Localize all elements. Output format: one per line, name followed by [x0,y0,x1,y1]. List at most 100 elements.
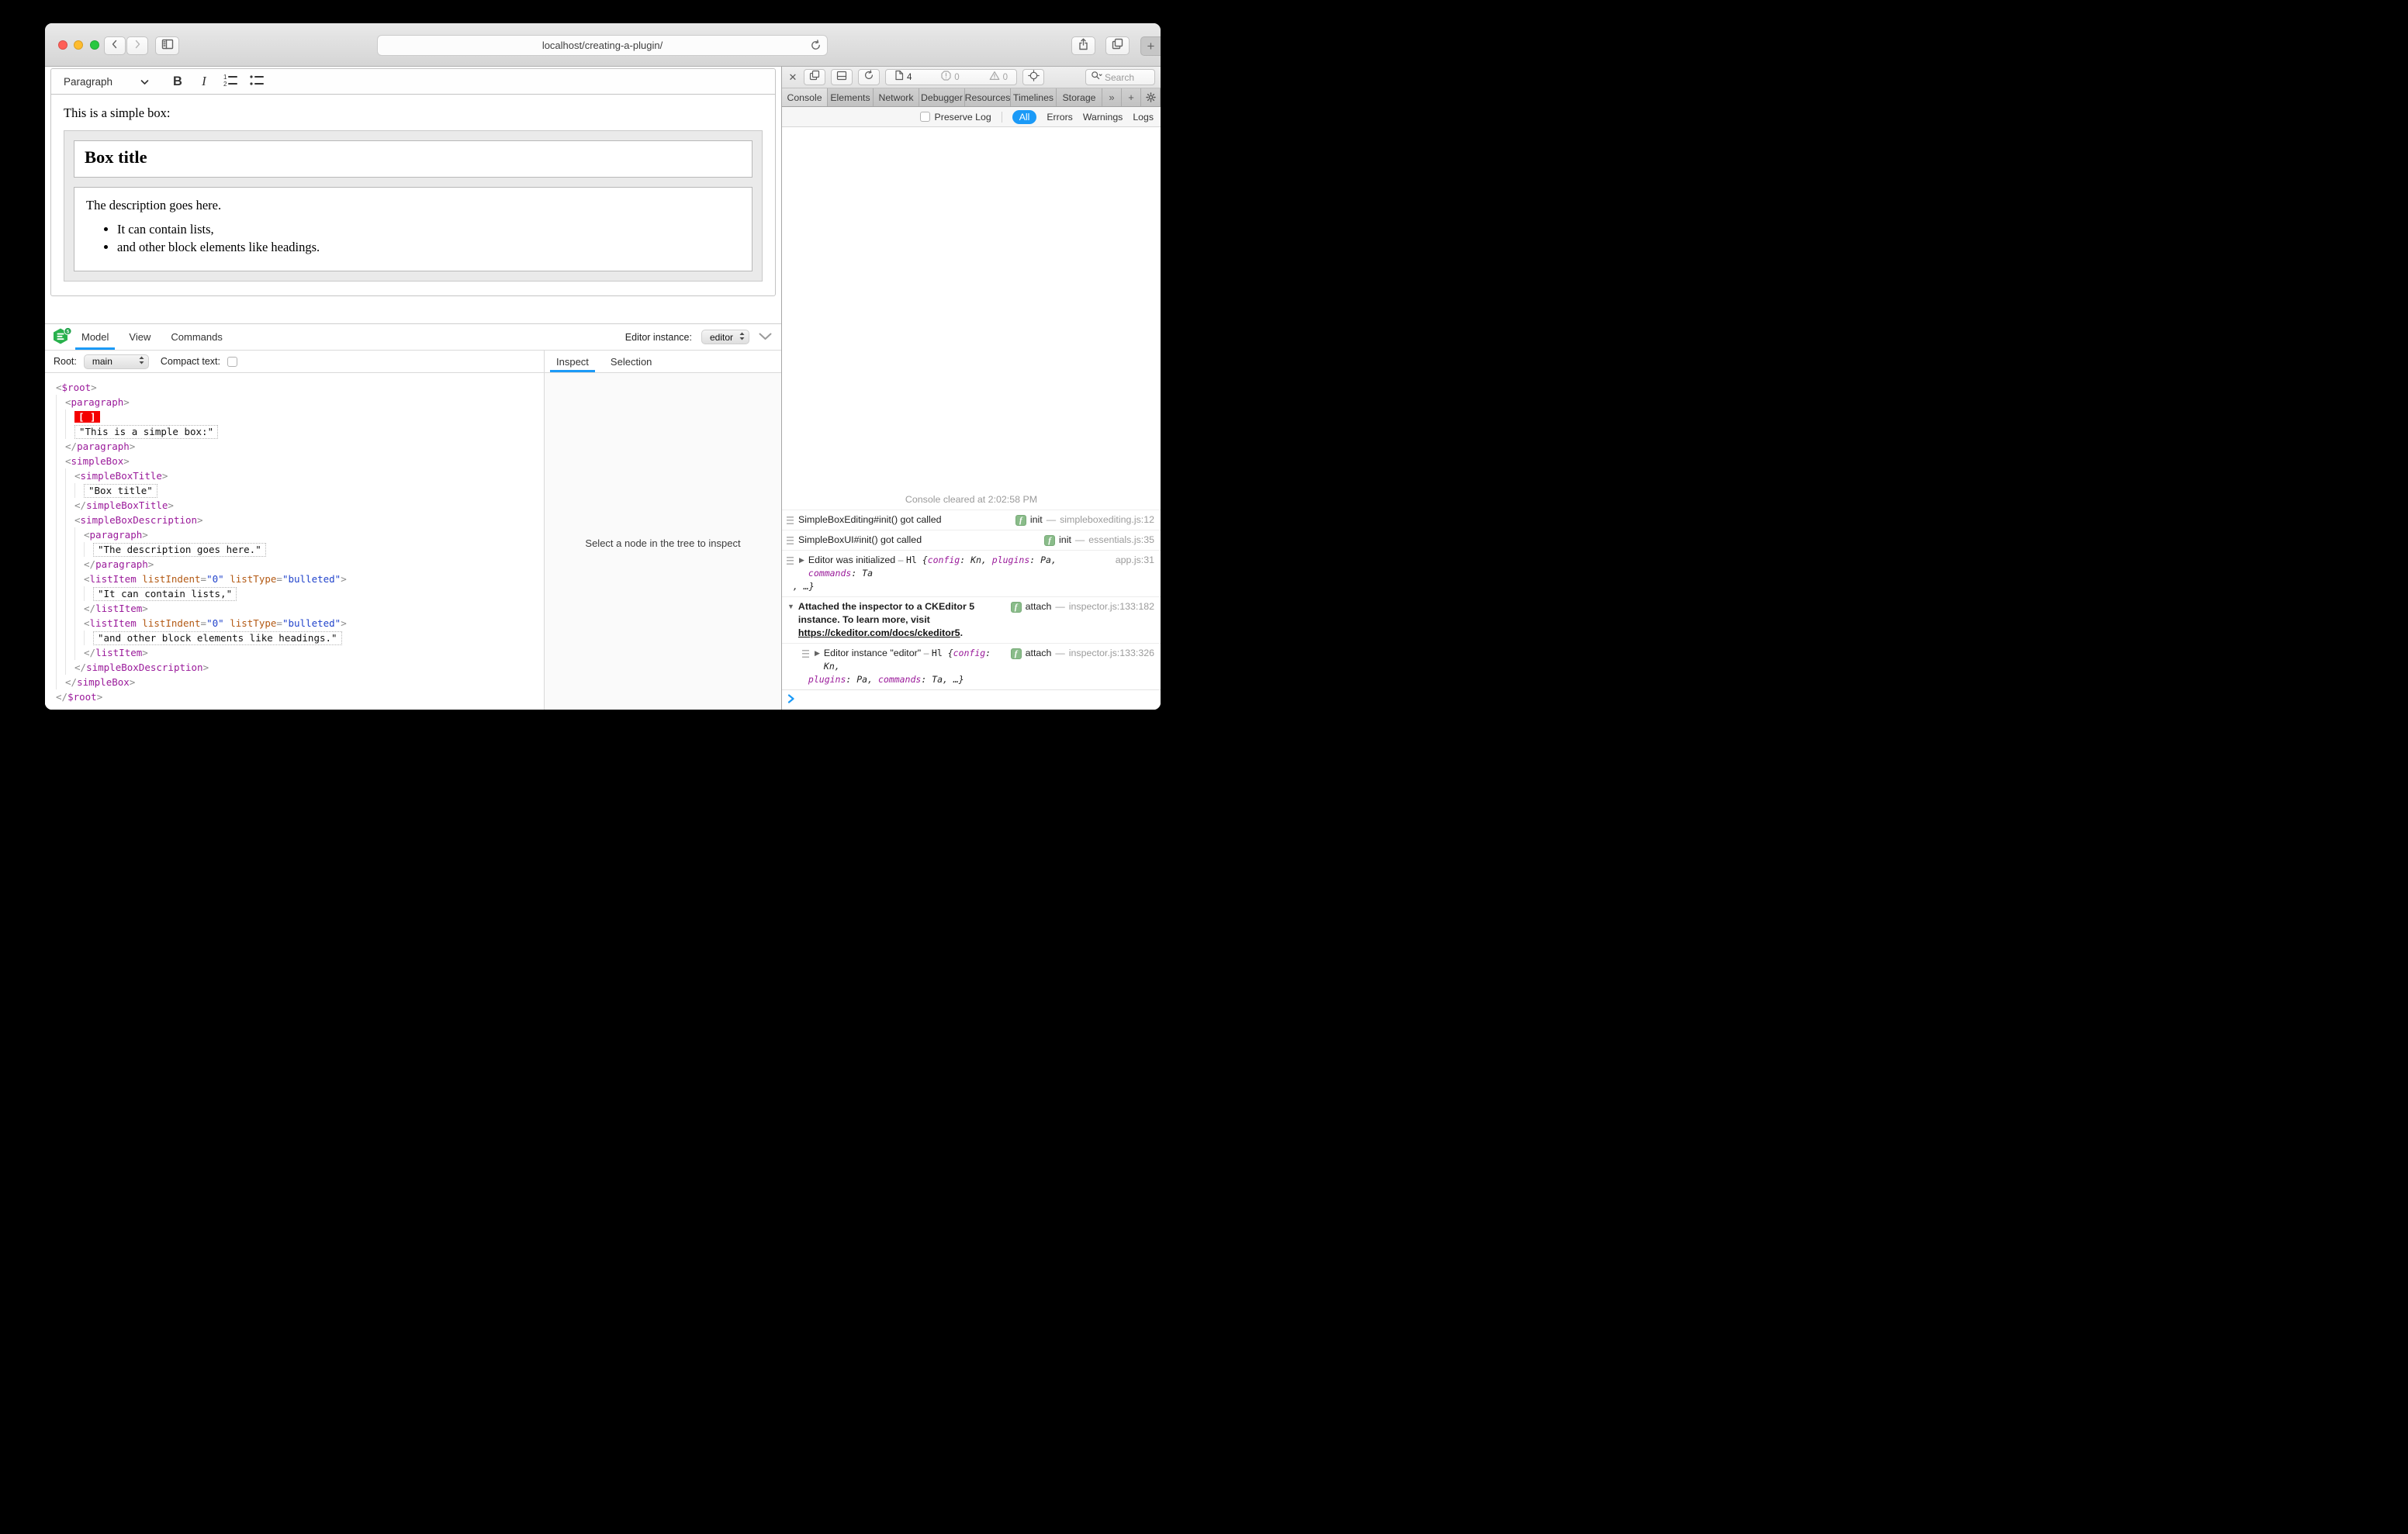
root-select[interactable]: main [83,354,149,369]
tree-controls: Root: main Compact text: [45,351,545,372]
italic-button[interactable]: I [191,71,217,92]
tab-overview-button[interactable] [1105,36,1130,55]
devtools-tab-resources[interactable]: Resources [965,88,1011,106]
new-tab-button[interactable]: + [1140,36,1161,56]
editor-content[interactable]: This is a simple box: Box title The desc… [51,95,775,295]
tree-row[interactable]: "and other block elements like headings.… [56,631,544,645]
devtools-tab-timelines[interactable]: Timelines [1011,88,1057,106]
console-message[interactable]: ▼ Attached the inspector to a CKEditor 5i… [782,596,1161,643]
devtools-search-field[interactable]: Search [1085,69,1155,85]
inspector-tab-commands[interactable]: Commands [171,324,222,350]
compact-text-checkbox[interactable] [227,356,238,367]
console-message[interactable]: ▶ Editor instance "editor" – Hl {config: … [782,643,1161,689]
preserve-log-control[interactable]: Preserve Log [919,112,991,123]
detach-inspector-button[interactable] [804,69,825,85]
back-button[interactable] [104,36,126,55]
devtools-tab-debugger[interactable]: Debugger [919,88,965,106]
add-tab-button[interactable]: + [1122,88,1141,106]
close-window-button[interactable] [58,40,67,50]
paragraph-style-label: Paragraph [64,75,113,88]
tree-row[interactable]: [ ] [56,409,544,424]
console-prompt[interactable] [782,689,1161,710]
simple-box-widget[interactable]: Box title The description goes here. It … [64,130,763,282]
tree-row[interactable]: < simpleBox > [56,454,544,468]
dock-bottom-button[interactable] [831,69,853,85]
source-location-link[interactable]: essentials.js:35 [1088,534,1154,547]
devtools-tab-console[interactable]: Console [782,88,828,106]
tree-row[interactable]: </simpleBoxTitle > [56,498,544,513]
chevron-down-icon [140,76,149,88]
tree-row[interactable]: </listItem > [56,601,544,616]
source-location-link[interactable]: simpleboxediting.js:12 [1060,513,1154,527]
bold-button[interactable]: B [164,71,191,92]
scope-warnings[interactable]: Warnings [1083,112,1123,123]
bulleted-list-button[interactable] [244,71,270,92]
console-message[interactable]: SimpleBoxEditing#init() got called f init —… [782,510,1161,530]
tree-row[interactable]: < paragraph > [56,527,544,542]
tree-row[interactable]: "This is a simple box:" [56,424,544,439]
reload-page-button[interactable] [858,69,880,85]
preserve-log-checkbox[interactable] [919,112,930,122]
panel-tab-inspect[interactable]: Inspect [550,351,595,372]
tree-row[interactable]: </paragraph > [56,557,544,572]
selection-marker: [ ] [74,411,100,423]
tree-row[interactable]: < simpleBoxDescription > [56,513,544,527]
devtools-toolbar: ✕ 4 0 0 Search [782,67,1161,88]
minimize-window-button[interactable] [74,40,83,50]
tree-row[interactable]: < paragraph > [56,395,544,409]
numbered-list-icon: 12 [223,73,238,91]
numbered-list-button[interactable]: 12 [217,71,244,92]
ckeditor-inspector: 5 Model View Commands Editor instance: edi… [45,323,781,710]
source-location-link[interactable]: inspector.js:133:326 [1069,647,1154,660]
tree-row[interactable]: < listItem listIndent = "0" listType = "bulle… [56,616,544,631]
tree-row[interactable]: < $root > [56,380,544,395]
sidebar-toggle-button[interactable] [155,36,179,55]
editor-instance-label: Editor instance: [624,331,692,343]
disclosure-triangle[interactable]: ▶ [799,556,804,565]
panel-tab-selection[interactable]: Selection [611,351,652,372]
tree-row[interactable]: </$root > [56,689,544,704]
collapse-inspector-button[interactable] [759,332,772,343]
console-message[interactable]: ▶ Editor was initialized – Hl {config: Kn… [782,550,1161,596]
console-link[interactable]: https://ckeditor.com/docs/ckeditor5 [798,627,960,638]
devtools-tab-elements[interactable]: Elements [828,88,874,106]
overflow-tabs-button[interactable]: » [1102,88,1122,106]
address-bar[interactable]: localhost/creating-a-plugin/ [377,35,828,56]
settings-tab-button[interactable] [1141,88,1161,106]
tree-row[interactable]: </simpleBox > [56,675,544,689]
disclosure-triangle[interactable]: ▶ [815,649,820,658]
inspector-tab-view[interactable]: View [129,324,150,350]
simple-box-description[interactable]: The description goes here. It can contai… [74,187,752,271]
editor-instance-select[interactable]: editor [701,330,749,344]
devtools-tab-storage[interactable]: Storage [1057,88,1102,106]
paragraph-style-dropdown[interactable]: Paragraph [61,76,152,88]
disclosure-triangle[interactable]: ▼ [787,603,794,610]
scope-logs[interactable]: Logs [1133,112,1154,123]
simple-box-title[interactable]: Box title [74,140,752,178]
tree-row[interactable]: "It can contain lists," [56,586,544,601]
element-picker-button[interactable] [1022,69,1044,85]
source-location-link[interactable]: app.js:31 [1116,554,1154,567]
zoom-window-button[interactable] [90,40,99,50]
tree-row[interactable]: </simpleBoxDescription > [56,660,544,675]
inspector-tab-model[interactable]: Model [74,324,116,350]
tree-row[interactable]: "Box title" [56,483,544,498]
share-button[interactable] [1071,36,1095,55]
tree-row[interactable]: < simpleBoxTitle > [56,468,544,483]
scope-errors[interactable]: Errors [1047,112,1072,123]
tree-row[interactable]: </listItem > [56,645,544,660]
issues-summary-button[interactable]: 4 0 0 [885,69,1017,85]
console-message[interactable]: SimpleBoxUI#init() got called f init — essen… [782,530,1161,550]
reload-icon[interactable] [810,40,822,54]
devtools-tab-network[interactable]: Network [874,88,919,106]
scope-all[interactable]: All [1012,109,1037,124]
editor-area: Paragraph B I 12 This is a simple box: B… [45,67,781,296]
tree-row[interactable]: "The description goes here." [56,542,544,557]
forward-button[interactable] [126,36,148,55]
error-octagon-icon [941,70,951,85]
tree-row[interactable]: < listItem listIndent = "0" listType = "bulle… [56,572,544,586]
tree-row[interactable]: </paragraph > [56,439,544,454]
console-pane[interactable]: Console cleared at 2:02:58 PM SimpleBoxE… [782,127,1161,710]
close-inspector-button[interactable]: ✕ [787,71,798,84]
source-location-link[interactable]: inspector.js:133:182 [1069,600,1154,613]
